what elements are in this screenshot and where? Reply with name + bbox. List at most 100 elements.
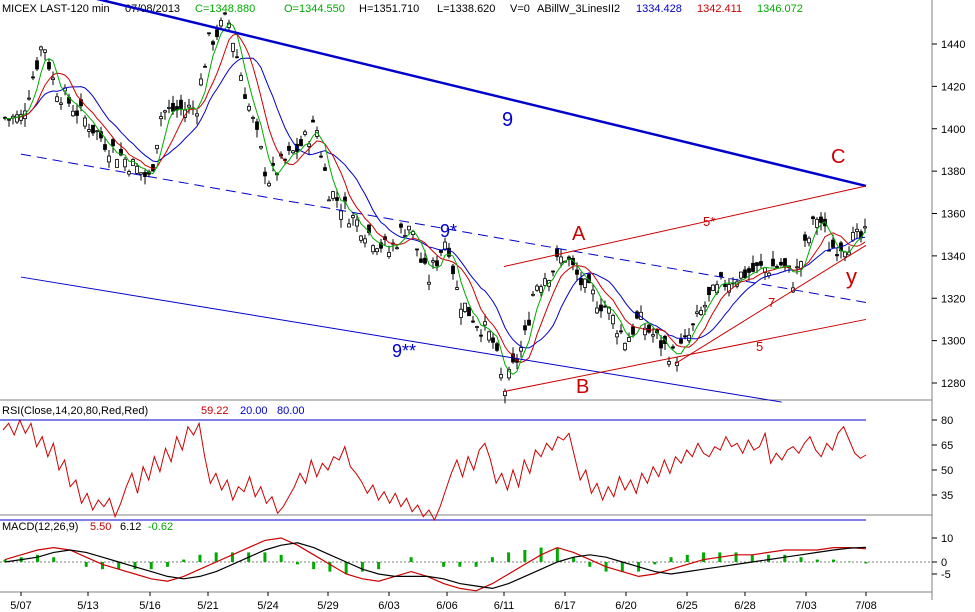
price-candle-body: [599, 304, 603, 312]
price-candle-body: [291, 150, 295, 154]
macd-label: MACD(12,26,9): [2, 521, 78, 533]
price-candle-body: [87, 129, 91, 132]
annotation-7: 7: [768, 295, 775, 310]
price-candle-body: [111, 139, 115, 147]
annotation-9ss: 9**: [392, 341, 416, 361]
price-candle-body: [395, 247, 399, 250]
rsi-upper: 80.00: [277, 405, 305, 417]
price-candle-body: [499, 374, 503, 379]
header-high: H=1351.710: [359, 3, 419, 15]
x-tick-label: 6/06: [436, 600, 457, 612]
price-candle-body: [427, 281, 431, 285]
price-candle-body: [835, 254, 839, 257]
price-candle-body: [479, 334, 483, 337]
annotation-5s: 5*: [703, 214, 715, 229]
price-candle-body: [359, 235, 363, 241]
price-candle-body: [755, 262, 759, 266]
macd-y-tick-label: 10: [941, 533, 953, 545]
price-candle-body: [519, 347, 523, 352]
price-candle-body: [307, 143, 311, 147]
x-tick-label: 6/17: [554, 600, 575, 612]
price-candle-body: [559, 256, 563, 264]
price-candle-body: [371, 245, 375, 253]
price-candle-body: [503, 390, 507, 396]
price-candle-body: [179, 99, 183, 109]
price-candle-body: [751, 262, 755, 272]
price-candle-body: [415, 248, 419, 251]
price-candle-body: [863, 226, 867, 229]
macd-y-axis: 10 0-5: [932, 533, 953, 581]
price-candle-body: [39, 46, 43, 51]
price-y-tick-label: 1440: [941, 39, 965, 51]
annotation-A: A: [572, 223, 586, 245]
price-candle-body: [707, 286, 711, 296]
header-symbol: MICEX LAST-120 min: [2, 3, 110, 15]
price-candle-body: [319, 155, 323, 158]
price-candle-body: [363, 238, 367, 244]
x-axis: 5/07 5/13 5/16 5/21 5/24 5/29 6/03 6/06 6/11 6/17…: [10, 592, 877, 612]
price-candle-body: [139, 172, 143, 175]
price-candle-body: [615, 333, 619, 338]
macd-y-tick-label: -5: [941, 569, 951, 581]
x-tick-label: 6/25: [676, 600, 697, 612]
header-volume: V=0: [510, 3, 530, 15]
price-candle-body: [623, 342, 627, 351]
x-tick-label: 6/20: [615, 600, 636, 612]
price-candle-body: [59, 102, 63, 105]
channel-line-5s: [503, 185, 867, 267]
price-candle-body: [491, 337, 495, 343]
price-candle-body: [155, 144, 159, 150]
price-candle-body: [399, 223, 403, 228]
chart-canvas: MICEX LAST-120 min 07/08/2013 C=1348.880…: [0, 0, 965, 612]
price-candle-body: [143, 172, 147, 177]
price-candle-body: [323, 167, 327, 171]
price-candle-body: [803, 234, 807, 241]
price-candle-body: [815, 218, 819, 228]
channel-line-9: [96, 0, 867, 188]
x-tick-label: 5/21: [197, 600, 218, 612]
header-ind-red: 1342.411: [697, 3, 742, 15]
price-candle-body: [187, 104, 191, 108]
price-candle-body: [43, 49, 47, 53]
annotation-9: 9: [502, 109, 513, 131]
price-candle-body: [195, 113, 199, 117]
price-candle-body: [123, 158, 127, 168]
x-tick-label: 5/29: [317, 600, 338, 612]
price-y-tick-label: 1360: [941, 209, 965, 221]
price-candle-body: [331, 191, 335, 199]
price-candle-body: [159, 116, 163, 120]
price-candle-body: [135, 165, 139, 174]
price-candle-body: [103, 144, 107, 150]
price-candle-body: [347, 223, 351, 228]
price-candle-body: [259, 146, 263, 149]
x-tick-label: 7/03: [795, 600, 816, 612]
price-candle-body: [455, 287, 459, 290]
macd-y-tick-label: 0: [941, 557, 947, 569]
price-candle-body: [335, 197, 339, 201]
price-candle-body: [631, 326, 635, 335]
price-candle-body: [199, 78, 203, 86]
price-candle-body: [807, 237, 811, 244]
price-candle-body: [699, 310, 703, 315]
price-candle-body: [591, 289, 595, 295]
price-candle-body: [423, 257, 427, 264]
price-candle-body: [495, 343, 499, 351]
price-candle-body: [403, 235, 407, 237]
price-candle-body: [235, 56, 239, 59]
price-candle-body: [539, 286, 543, 293]
price-candle-body: [487, 331, 491, 341]
price-candle-body: [551, 270, 555, 273]
price-candle-body: [231, 42, 235, 52]
price-candle-body: [243, 94, 247, 99]
price-candle-body: [167, 107, 171, 109]
price-candle-body: [435, 260, 439, 267]
price-candle-body: [247, 105, 251, 111]
price-candle-body: [691, 323, 695, 326]
price-y-tick-label: 1400: [941, 124, 965, 136]
price-candle-body: [627, 337, 631, 342]
x-tick-label: 5/07: [10, 600, 31, 612]
price-candle-body: [151, 164, 155, 172]
price-candle-body: [759, 261, 763, 266]
price-candle-body: [475, 326, 479, 328]
annotation-B: B: [576, 376, 589, 398]
